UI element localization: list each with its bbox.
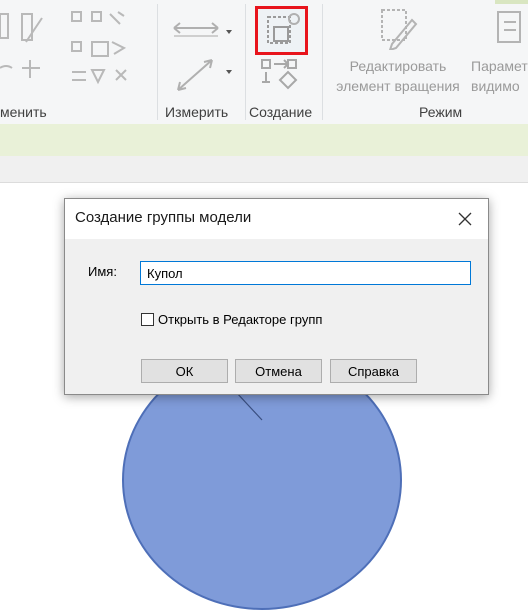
visibility-parameters-icon[interactable]: [494, 8, 528, 48]
close-button[interactable]: [442, 199, 488, 239]
ribbon: Редактировать элемент вращения Парамет в…: [0, 0, 528, 125]
dialog-titlebar[interactable]: Создание группы модели: [65, 199, 488, 239]
cancel-button[interactable]: Отмена: [235, 359, 322, 383]
panel-separator: [157, 4, 158, 120]
view-tabs-bar: [0, 156, 528, 183]
edit-rotation-label-1[interactable]: Редактировать: [338, 56, 458, 76]
open-in-group-editor-label[interactable]: Открыть в Редакторе групп: [158, 312, 322, 327]
panel-label-modify[interactable]: менить: [0, 102, 47, 122]
edit-rotation-icon[interactable]: [378, 6, 418, 50]
ribbon-accent: [495, 0, 528, 4]
panel-label-measure[interactable]: Измерить: [165, 102, 228, 122]
ok-button[interactable]: ОК: [141, 359, 228, 383]
parameters-label-1[interactable]: Парамет: [471, 56, 528, 76]
panel-label-create[interactable]: Создание: [249, 102, 312, 122]
create-subgroup-icon[interactable]: [258, 58, 304, 94]
help-button[interactable]: Справка: [330, 359, 417, 383]
create-model-group-dialog: Создание группы модели Имя: Открыть в Ре…: [64, 198, 489, 395]
open-in-group-editor-checkbox[interactable]: [141, 312, 154, 326]
panel-label-mode[interactable]: Режим: [419, 102, 462, 122]
close-icon: [458, 212, 472, 226]
create-group-icon: [267, 13, 300, 44]
dialog-body: Имя: Открыть в Редакторе групп ОК Отмена…: [65, 239, 488, 394]
panel-separator: [245, 4, 246, 120]
dialog-title: Создание группы модели: [75, 209, 252, 226]
parameters-label-2[interactable]: видимо: [471, 76, 520, 96]
panel-separator: [322, 4, 323, 120]
options-bar: [0, 124, 528, 156]
modify-tools-icon[interactable]: [0, 6, 160, 98]
name-input[interactable]: [140, 261, 471, 285]
edit-rotation-label-2[interactable]: элемент вращения: [330, 76, 466, 96]
open-in-group-editor-option[interactable]: Открыть в Редакторе групп: [141, 311, 322, 327]
create-group-button[interactable]: [255, 6, 308, 55]
measure-icon[interactable]: [170, 14, 240, 94]
name-label: Имя:: [88, 264, 117, 279]
